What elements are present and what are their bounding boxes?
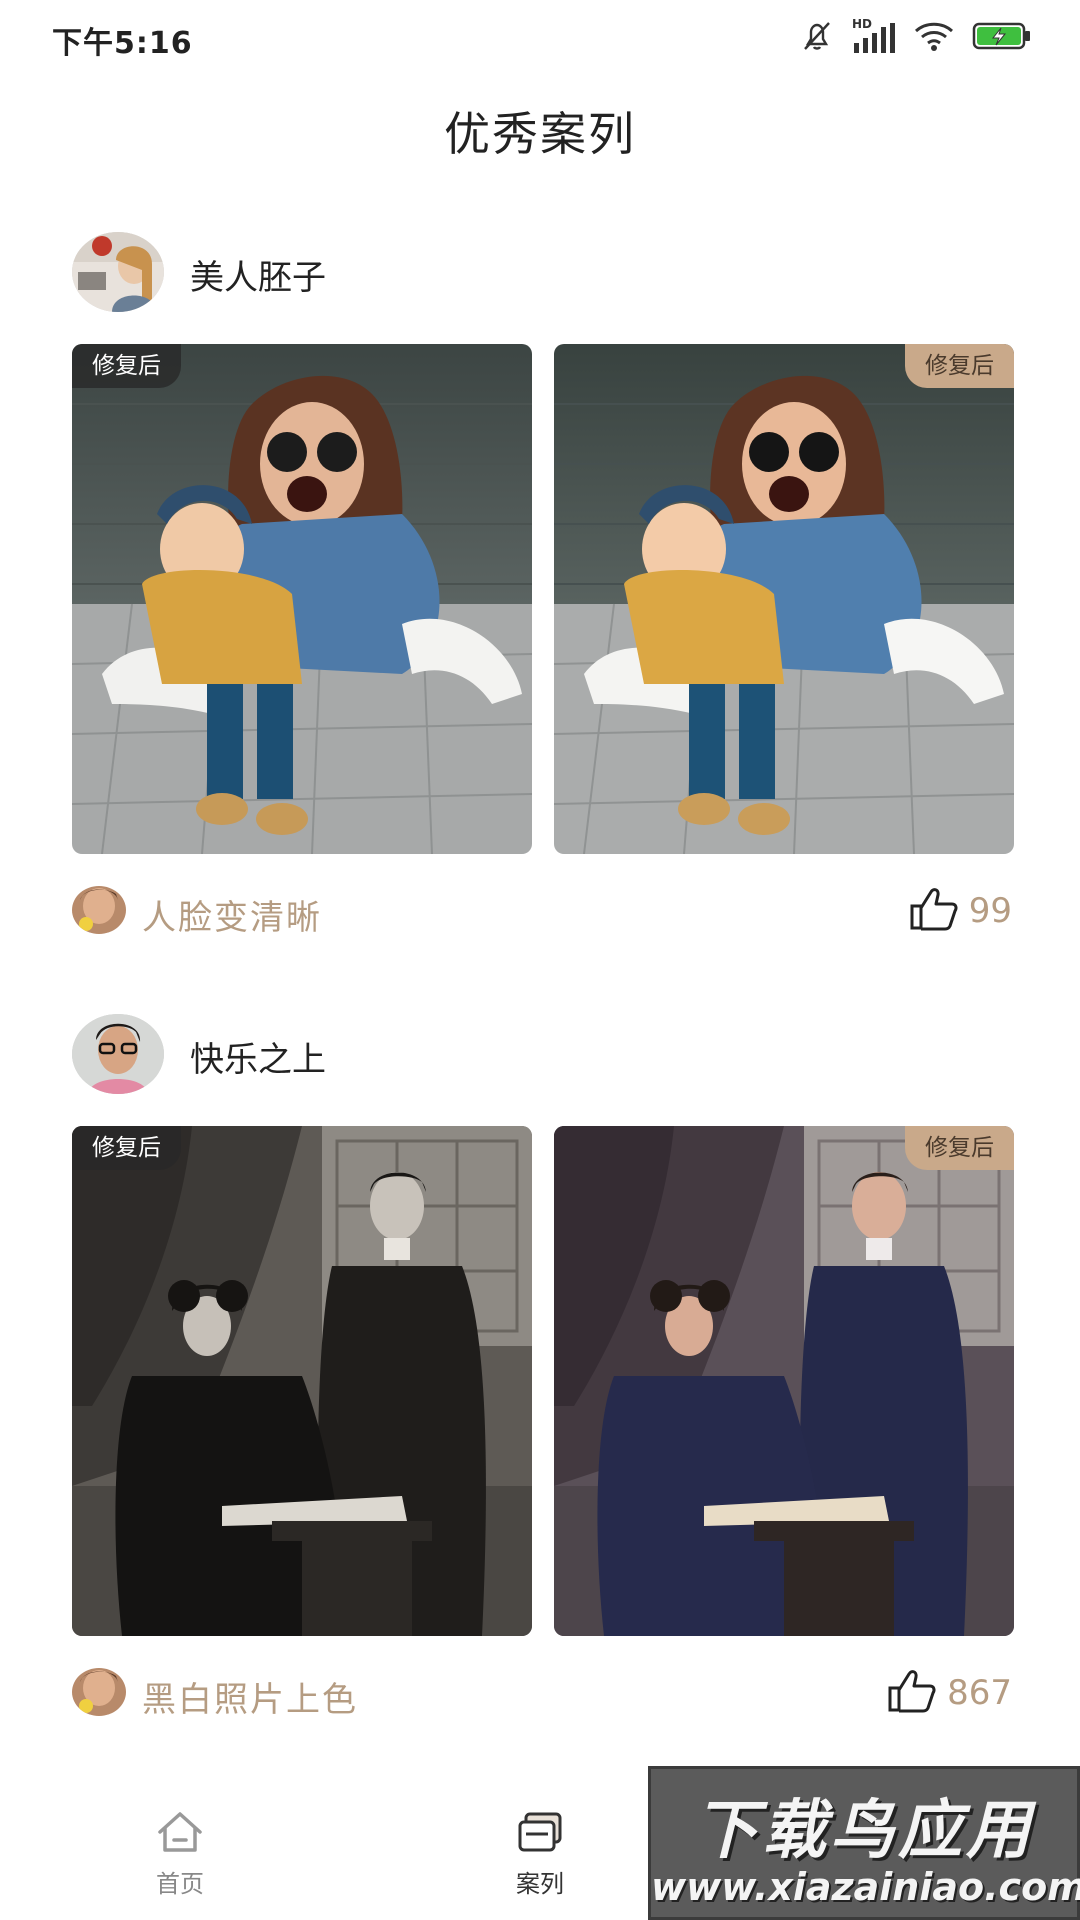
mute-bell-icon <box>800 20 834 56</box>
cases-icon <box>516 1812 564 1858</box>
case-header: 美人胚子 <box>72 228 1012 318</box>
thumbs-up-icon <box>887 1668 937 1718</box>
nav-label-cases: 案列 <box>516 1870 564 1898</box>
feature-name[interactable]: 黑白照片上色 <box>142 1672 358 1721</box>
case-header: 快乐之上 <box>72 1010 1012 1100</box>
tag-after: 修复后 <box>905 344 1014 388</box>
tag-after: 修复后 <box>905 1126 1014 1170</box>
status-time: 下午5:16 <box>52 26 193 61</box>
page-title: 优秀案列 <box>444 107 636 161</box>
photo-before[interactable]: 修复后 <box>72 344 532 854</box>
hd-signal-icon: HD <box>852 17 896 55</box>
tag-after: 修复后 <box>72 344 181 388</box>
like-count: 867 <box>947 1673 1012 1713</box>
status-bar: 下午5:16 HD <box>0 0 1080 80</box>
home-icon <box>156 1812 204 1858</box>
avatar[interactable] <box>72 1014 164 1094</box>
feature-name[interactable]: 人脸变清晰 <box>142 890 322 939</box>
case-footer: 人脸变清晰 99 <box>72 878 1012 948</box>
photo-after[interactable]: 修复后 <box>554 344 1014 854</box>
nav-item-cases[interactable]: 案列 <box>480 1810 600 1899</box>
battery-charging-icon <box>972 21 1032 55</box>
like-count: 99 <box>968 891 1012 931</box>
photo-comparison: 修复后 修复后 <box>72 344 1014 854</box>
user-name: 美人胚子 <box>190 258 326 298</box>
feature-avatar <box>72 1668 126 1716</box>
avatar[interactable] <box>72 232 164 312</box>
like-button[interactable]: 99 <box>909 884 1012 938</box>
case-card[interactable]: 快乐之上 修复后 修复后 黑白照片上色 867 <box>72 1010 1014 1720</box>
photo-after[interactable]: 修复后 <box>554 1126 1014 1636</box>
watermark-title: 下载鸟应用 <box>694 1794 1034 1868</box>
case-footer: 黑白照片上色 867 <box>72 1660 1012 1730</box>
photo-comparison: 修复后 修复后 <box>72 1126 1014 1636</box>
status-icons: HD <box>800 17 1032 58</box>
watermark: 下载鸟应用 www.xiazainiao.com <box>648 1766 1080 1920</box>
case-card[interactable]: 美人胚子 修复后 修复后 人脸变清晰 99 <box>72 228 1014 938</box>
watermark-url: www.xiazainiao.com <box>651 1865 1080 1909</box>
user-name: 快乐之上 <box>190 1040 326 1080</box>
wifi-icon <box>914 20 954 56</box>
feature-avatar <box>72 886 126 934</box>
nav-label-home: 首页 <box>156 1870 204 1898</box>
photo-before[interactable]: 修复后 <box>72 1126 532 1636</box>
page: 下午5:16 HD 优秀案列 美人胚子 修复后 修复后 人脸变清晰 99 快乐之… <box>0 0 1080 1920</box>
tag-after: 修复后 <box>72 1126 181 1170</box>
thumbs-up-icon <box>909 886 959 936</box>
like-button[interactable]: 867 <box>887 1666 1012 1720</box>
nav-item-home[interactable]: 首页 <box>120 1810 240 1899</box>
